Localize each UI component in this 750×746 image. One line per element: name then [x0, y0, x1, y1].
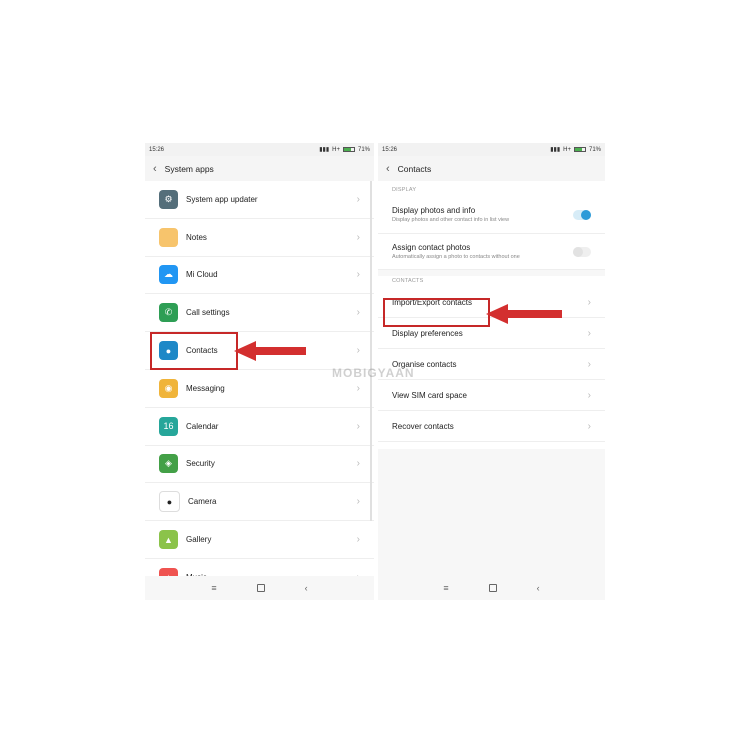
scrollbar[interactable] [370, 181, 372, 521]
camera-icon: ● [159, 491, 180, 513]
list-item[interactable]: ● Camera › [145, 483, 374, 522]
item-label: Mi Cloud [186, 270, 218, 280]
shield-icon: ◈ [159, 454, 178, 474]
list-item[interactable]: ⚙ System app updater › [145, 181, 374, 219]
chevron-right-icon: › [356, 382, 360, 394]
assign-photos-setting[interactable]: Assign contact photos Automatically assi… [378, 234, 605, 270]
list-item[interactable]: ☁ Mi Cloud › [145, 257, 374, 295]
display-photos-setting[interactable]: Display photos and info Display photos a… [378, 196, 605, 234]
item-label: Organise contacts [392, 359, 457, 369]
app-header: ‹ System apps [145, 156, 374, 181]
section-header-display: DISPLAY [392, 187, 417, 193]
chevron-right-icon: › [356, 534, 360, 546]
setting-title: Display photos and info [392, 206, 476, 215]
home-icon[interactable] [488, 584, 497, 592]
status-bar: 15:26 ▮▮▮ H+ 71% [145, 143, 374, 156]
nav-back-icon[interactable]: ‹ [537, 583, 540, 593]
network-type: H+ [563, 146, 571, 153]
item-label: View SIM card space [392, 390, 467, 400]
message-icon: ◉ [159, 378, 178, 398]
chevron-right-icon: › [356, 307, 360, 319]
chevron-right-icon: › [587, 296, 591, 308]
import-export-highlight-box [383, 298, 490, 327]
status-icons: ▮▮▮ H+ 71% [550, 146, 601, 154]
chevron-right-icon: › [587, 358, 591, 370]
item-label: Security [186, 459, 215, 469]
status-icons: ▮▮▮ H+ 71% [319, 146, 370, 154]
menu-icon[interactable]: ≡ [211, 583, 216, 593]
item-label: Recover contacts [392, 421, 454, 431]
list-item[interactable]: Notes › [145, 219, 374, 257]
list-item[interactable]: View SIM card space › [378, 380, 605, 411]
item-label: Notes [186, 232, 207, 242]
signal-icon: ▮▮▮ [319, 147, 330, 153]
chevron-right-icon: › [587, 420, 591, 432]
display-photos-toggle[interactable] [573, 209, 591, 220]
status-time: 15:26 [382, 146, 398, 153]
battery-icon [342, 147, 355, 152]
list-item[interactable]: ◈ Security › [145, 446, 374, 484]
list-item[interactable]: Recover contacts › [378, 411, 605, 442]
battery-icon [573, 147, 586, 152]
chevron-right-icon: › [356, 458, 360, 470]
item-label: Messaging [186, 383, 225, 393]
back-arrow-icon[interactable]: ‹ [386, 163, 390, 175]
item-label: System app updater [186, 194, 258, 204]
item-label: Call settings [186, 308, 230, 318]
item-label: Gallery [186, 535, 212, 545]
chevron-right-icon: › [356, 193, 360, 205]
arrow-to-contacts-icon [234, 341, 306, 361]
item-label: Calendar [186, 421, 219, 431]
item-label: Display preferences [392, 328, 463, 338]
signal-icon: ▮▮▮ [550, 147, 561, 153]
cloud-icon: ☁ [159, 265, 178, 285]
status-bar: 15:26 ▮▮▮ H+ 71% [378, 143, 605, 156]
list-item[interactable]: ✆ Call settings › [145, 294, 374, 333]
setting-title: Assign contact photos [392, 243, 471, 252]
bottom-nav-bar: ≡ ‹ [378, 576, 605, 600]
list-item[interactable]: ▲ Gallery › [145, 521, 374, 559]
item-label: Camera [188, 497, 217, 507]
assign-photos-toggle[interactable] [573, 246, 591, 257]
page-title: Contacts [397, 163, 432, 174]
home-icon[interactable] [256, 584, 265, 592]
app-header: ‹ Contacts [378, 156, 605, 181]
bottom-nav-bar: ≡ ‹ [145, 576, 374, 600]
page-title: System apps [164, 163, 214, 174]
chevron-right-icon: › [356, 496, 360, 508]
back-arrow-icon[interactable]: ‹ [153, 163, 157, 175]
chevron-right-icon: › [356, 231, 360, 243]
nav-back-icon[interactable]: ‹ [305, 583, 308, 593]
chevron-right-icon: › [356, 345, 360, 357]
empty-area [378, 449, 605, 576]
notes-icon [159, 227, 178, 247]
setting-description: Automatically assign a photo to contacts… [392, 254, 520, 260]
contacts-highlight-box [150, 332, 238, 370]
status-time: 15:26 [149, 146, 165, 153]
calendar-icon: 16 [159, 416, 178, 436]
arrow-to-import-export-icon [486, 304, 562, 324]
setting-description: Display photos and other contact info in… [392, 217, 510, 223]
battery-text: 71% [588, 146, 601, 153]
phone-icon: ✆ [159, 303, 178, 323]
chevron-right-icon: › [356, 420, 360, 432]
watermark: MOBIGYAAN [332, 366, 415, 380]
section-header-contacts: CONTACTS [392, 278, 424, 284]
gear-icon: ⚙ [159, 189, 178, 209]
chevron-right-icon: › [356, 269, 360, 281]
network-type: H+ [332, 146, 340, 153]
list-item[interactable]: 16 Calendar › [145, 408, 374, 446]
menu-icon[interactable]: ≡ [443, 583, 448, 593]
chevron-right-icon: › [587, 389, 591, 401]
battery-text: 71% [357, 146, 370, 153]
system-apps-list: ⚙ System app updater › Notes › ☁ Mi Cloud › ✆ Cal… [145, 181, 374, 597]
chevron-right-icon: › [587, 327, 591, 339]
gallery-icon: ▲ [159, 530, 178, 550]
